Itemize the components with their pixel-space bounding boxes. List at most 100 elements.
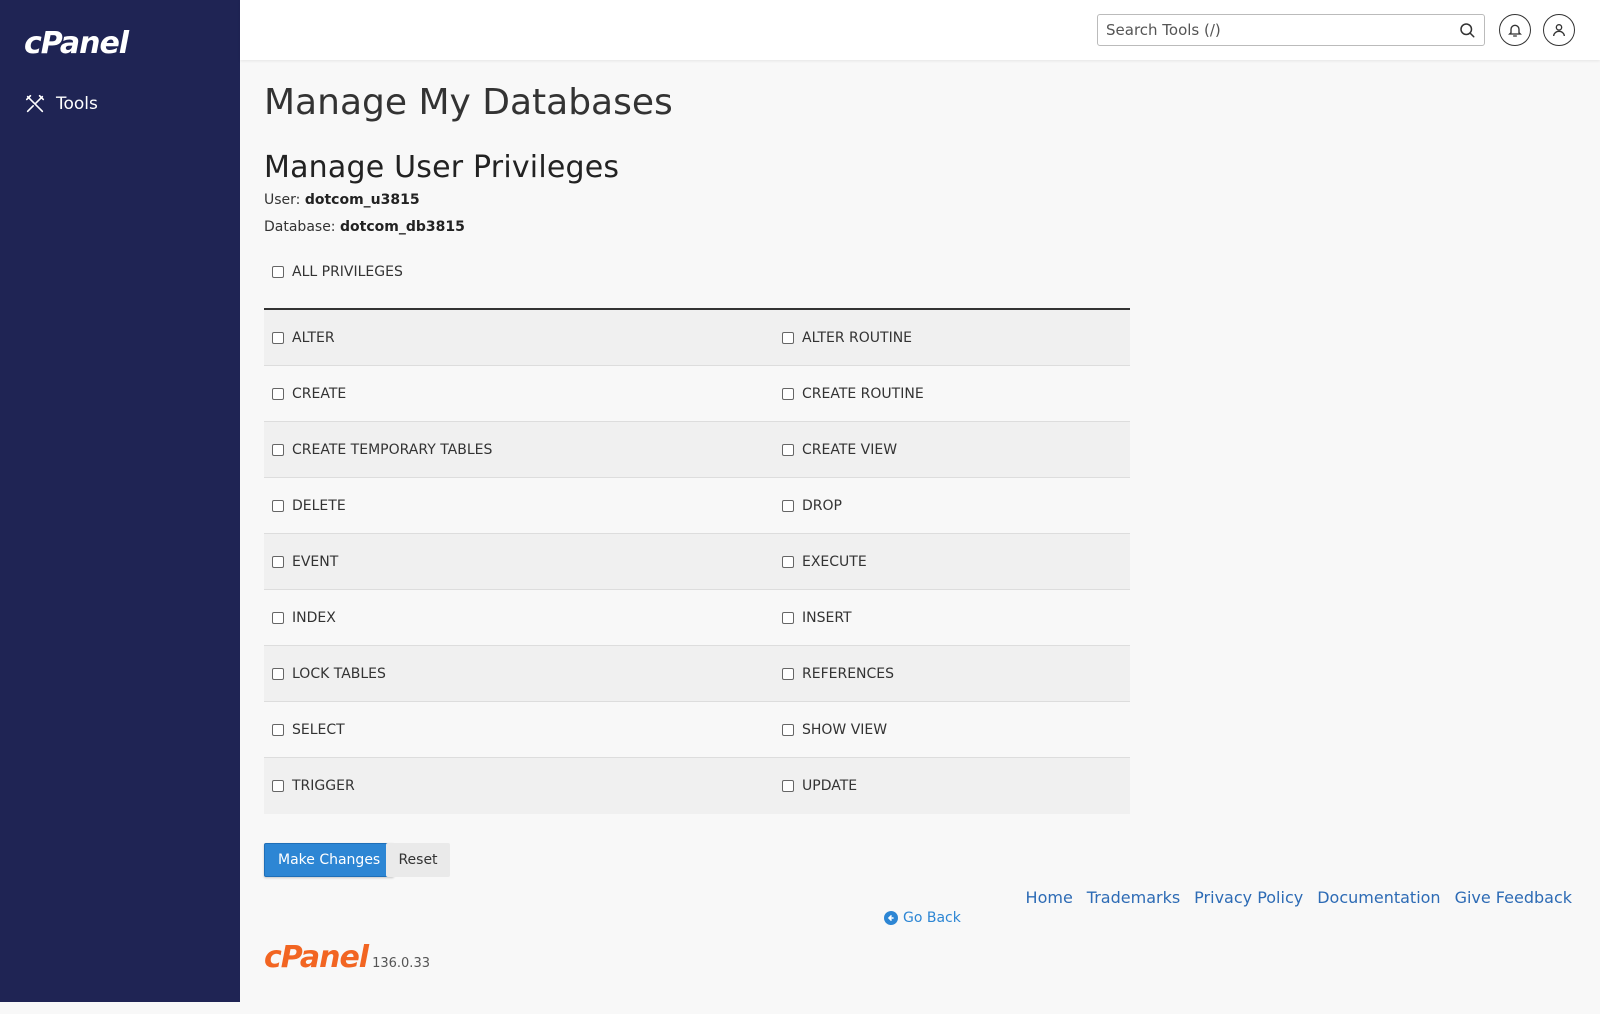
- make-changes-button[interactable]: Make Changes: [264, 843, 395, 877]
- privilege-option-select[interactable]: SELECT: [264, 722, 782, 738]
- top-bar: [240, 0, 1600, 60]
- privilege-option-index[interactable]: INDEX: [264, 610, 782, 626]
- tools-icon: [25, 94, 45, 113]
- privilege-row: EVENT EXECUTE: [264, 534, 1130, 590]
- privilege-label: CREATE VIEW: [802, 441, 898, 458]
- privilege-label: TRIGGER: [292, 778, 355, 794]
- privilege-label: CREATE ROUTINE: [802, 385, 924, 402]
- database-value: dotcom_db3815: [339, 219, 465, 235]
- section-title: Manage User Privileges: [264, 150, 620, 185]
- privilege-option-create-routine[interactable]: CREATE ROUTINE: [782, 386, 1130, 402]
- privilege-checkbox-index[interactable]: [272, 611, 284, 624]
- privilege-label: INSERT: [802, 609, 852, 626]
- footer-brand: cPanel 136.0.33: [264, 940, 430, 975]
- privilege-label: DROP: [802, 497, 842, 514]
- privilege-row: ALTER ALTER ROUTINE: [264, 310, 1130, 366]
- privilege-checkbox-alter[interactable]: [272, 331, 284, 344]
- privilege-label: EVENT: [292, 553, 339, 570]
- cpanel-logo[interactable]: cPanel: [24, 26, 129, 62]
- privilege-option-alter-routine[interactable]: ALTER ROUTINE: [782, 330, 1130, 346]
- privilege-label: CREATE: [292, 385, 347, 402]
- privilege-checkbox-trigger[interactable]: [272, 780, 284, 792]
- privilege-checkbox-references[interactable]: [782, 667, 794, 680]
- privilege-label: ALTER ROUTINE: [802, 329, 913, 346]
- privilege-label: REFERENCES: [802, 665, 895, 682]
- footer-link-trademarks[interactable]: Trademarks: [1087, 888, 1180, 907]
- privilege-option-drop[interactable]: DROP: [782, 498, 1130, 514]
- search-icon[interactable]: [1458, 21, 1476, 39]
- privilege-option-update[interactable]: UPDATE: [782, 778, 1130, 794]
- all-privileges-checkbox[interactable]: [272, 266, 284, 278]
- privilege-label: DELETE: [292, 497, 346, 514]
- privilege-checkbox-create-routine[interactable]: [782, 387, 794, 400]
- user-info: User: dotcom_u3815: [264, 192, 420, 208]
- user-icon: [1553, 24, 1565, 37]
- footer-logo[interactable]: cPanel: [264, 940, 369, 975]
- privilege-row: SELECT SHOW VIEW: [264, 702, 1130, 758]
- privilege-checkbox-show-view[interactable]: [782, 723, 794, 736]
- page-title: Manage My Databases: [264, 82, 673, 123]
- notifications-button[interactable]: [1499, 14, 1531, 46]
- privilege-option-show-view[interactable]: SHOW VIEW: [782, 722, 1130, 738]
- privilege-checkbox-drop[interactable]: [782, 499, 794, 512]
- footer-links: Home Trademarks Privacy Policy Documenta…: [1026, 888, 1572, 907]
- privilege-checkbox-delete[interactable]: [272, 499, 284, 512]
- sidebar-item-tools[interactable]: Tools: [24, 93, 98, 115]
- go-back-link[interactable]: Go Back: [884, 910, 961, 926]
- privilege-option-create-view[interactable]: CREATE VIEW: [782, 442, 1130, 458]
- sidebar-item-label: Tools: [56, 94, 98, 114]
- privilege-option-create[interactable]: CREATE: [264, 386, 782, 402]
- privilege-option-trigger[interactable]: TRIGGER: [264, 778, 782, 794]
- version-label: 136.0.33: [372, 956, 430, 971]
- cpanel-logo-text: cPanel: [24, 26, 129, 61]
- privilege-row: INDEX INSERT: [264, 590, 1130, 646]
- footer-link-privacy-policy[interactable]: Privacy Policy: [1194, 888, 1303, 907]
- privilege-checkbox-execute[interactable]: [782, 555, 794, 568]
- all-privileges-option[interactable]: ALL PRIVILEGES: [272, 264, 403, 280]
- privilege-label: CREATE TEMPORARY TABLES: [292, 441, 493, 458]
- privilege-checkbox-event[interactable]: [272, 555, 284, 568]
- user-value: dotcom_u3815: [304, 192, 420, 208]
- bell-icon: [1508, 24, 1522, 37]
- privilege-option-insert[interactable]: INSERT: [782, 610, 1130, 626]
- arrow-left-circle-icon: [884, 911, 898, 925]
- privilege-option-create-temporary-tables[interactable]: CREATE TEMPORARY TABLES: [264, 442, 782, 458]
- privilege-row: DELETE DROP: [264, 478, 1130, 534]
- footer-link-give-feedback[interactable]: Give Feedback: [1455, 888, 1572, 907]
- privilege-checkbox-create[interactable]: [272, 387, 284, 400]
- all-privileges-label: ALL PRIVILEGES: [292, 264, 403, 280]
- privilege-row: TRIGGER UPDATE: [264, 758, 1130, 814]
- privilege-checkbox-alter-routine[interactable]: [782, 331, 794, 344]
- privilege-label: LOCK TABLES: [292, 665, 386, 682]
- privilege-option-execute[interactable]: EXECUTE: [782, 554, 1130, 570]
- privilege-label: SHOW VIEW: [802, 721, 888, 738]
- sidebar: cPanel Tools: [0, 0, 240, 1002]
- privilege-checkbox-lock-tables[interactable]: [272, 667, 284, 680]
- footer-link-documentation[interactable]: Documentation: [1317, 888, 1440, 907]
- privilege-label: UPDATE: [802, 778, 858, 794]
- database-info: Database: dotcom_db3815: [264, 219, 465, 235]
- privilege-checkbox-create-view[interactable]: [782, 443, 794, 456]
- search-input[interactable]: [1098, 15, 1438, 45]
- privilege-row: CREATE TEMPORARY TABLES CREATE VIEW: [264, 422, 1130, 478]
- privilege-option-event[interactable]: EVENT: [264, 554, 782, 570]
- user-label: User:: [264, 192, 301, 208]
- footer-link-home[interactable]: Home: [1026, 888, 1073, 907]
- privileges-table: ALTER ALTER ROUTINE CREATE CREATE ROUTINE CR…: [264, 308, 1130, 814]
- user-menu-button[interactable]: [1543, 14, 1575, 46]
- reset-button[interactable]: Reset: [386, 843, 450, 877]
- privilege-label: ALTER: [292, 329, 335, 346]
- privilege-checkbox-create-temporary-tables[interactable]: [272, 443, 284, 456]
- database-label: Database:: [264, 219, 336, 235]
- privilege-checkbox-insert[interactable]: [782, 611, 794, 624]
- privilege-row: CREATE CREATE ROUTINE: [264, 366, 1130, 422]
- privilege-checkbox-update[interactable]: [782, 780, 794, 792]
- privilege-option-lock-tables[interactable]: LOCK TABLES: [264, 666, 782, 682]
- privilege-option-alter[interactable]: ALTER: [264, 330, 782, 346]
- privilege-option-references[interactable]: REFERENCES: [782, 666, 1130, 682]
- privilege-label: INDEX: [292, 609, 336, 626]
- privilege-option-delete[interactable]: DELETE: [264, 498, 782, 514]
- privilege-checkbox-select[interactable]: [272, 723, 284, 736]
- privilege-row: LOCK TABLES REFERENCES: [264, 646, 1130, 702]
- go-back-label: Go Back: [903, 910, 961, 926]
